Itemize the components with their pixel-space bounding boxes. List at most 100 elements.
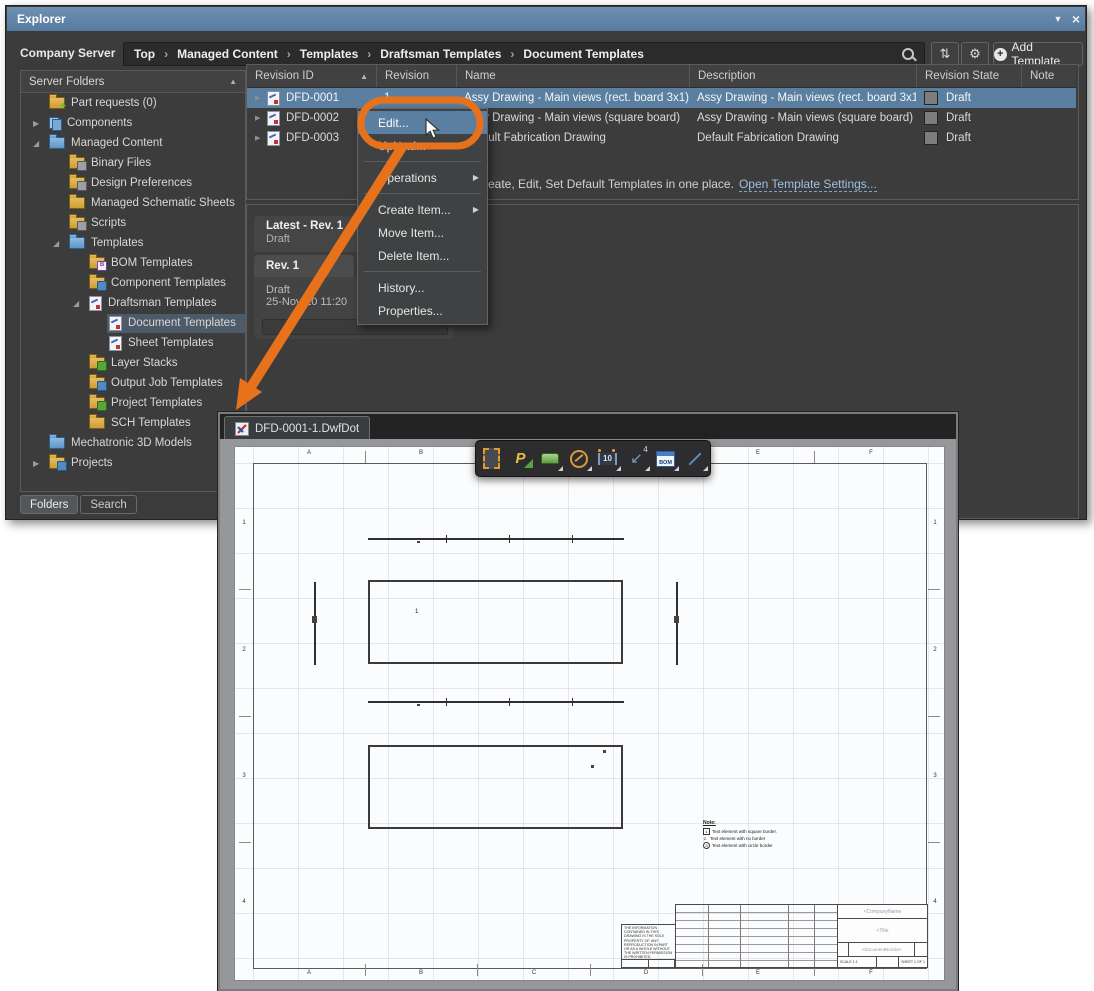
- zone-label: B: [415, 970, 427, 976]
- sidebar-item-mechatronic-3d-models[interactable]: Mechatronic 3D Models: [21, 433, 245, 453]
- column-header-note[interactable]: Note: [1021, 65, 1076, 87]
- panel-title-bar[interactable]: Explorer ▼ ×: [7, 7, 1085, 31]
- server-selector-button[interactable]: Company Server ▼: [20, 42, 128, 64]
- menu-item-operations[interactable]: Operations▶: [358, 166, 487, 189]
- search-icon[interactable]: [902, 48, 914, 60]
- server-folders-header[interactable]: Server Folders ▲: [21, 71, 245, 93]
- tab-search[interactable]: Search: [80, 495, 136, 514]
- designator-mark: [591, 765, 594, 768]
- sidebar-item-layer-stacks[interactable]: Layer Stacks: [21, 353, 245, 373]
- sidebar-item-draftsman-templates[interactable]: ◢ Draftsman Templates: [21, 293, 245, 313]
- open-template-settings-link[interactable]: Open Template Settings...: [739, 177, 877, 192]
- twisty-open-icon[interactable]: ◢: [53, 239, 67, 248]
- twisty-closed-icon[interactable]: ▶: [33, 119, 47, 128]
- sidebar-item-sch-templates[interactable]: SCH Templates: [21, 413, 245, 433]
- zone-label: E: [752, 450, 764, 456]
- twisty-open-icon[interactable]: ◢: [73, 299, 87, 308]
- bom-templates-folder-icon: B: [89, 257, 105, 269]
- breadcrumb[interactable]: Top › Managed Content › Templates › Draf…: [123, 42, 925, 66]
- menu-item-move-item[interactable]: Move Item...: [358, 221, 487, 244]
- column-header-name[interactable]: Name: [456, 65, 689, 87]
- sidebar-item-sheet-templates[interactable]: Sheet Templates: [21, 333, 245, 353]
- screenshot-root: Explorer ▼ × Company Server ▼ Top › Mana…: [0, 0, 1094, 991]
- document-tab-bar: DFD-0001-1.DwfDot: [220, 414, 956, 439]
- zone-label: 1: [929, 520, 941, 526]
- menu-item-properties[interactable]: Properties...: [358, 299, 487, 322]
- add-template-button[interactable]: + Add Template: [993, 42, 1083, 66]
- menu-item-edit[interactable]: Edit...: [358, 111, 487, 134]
- row-expand-icon[interactable]: ▶: [255, 134, 267, 142]
- bom-tool-button[interactable]: BOM: [655, 447, 677, 471]
- board-main-view: [368, 580, 623, 664]
- zone-label: F: [865, 970, 877, 976]
- place-component-tool-button[interactable]: P: [510, 447, 532, 471]
- sidebar-item-component-templates[interactable]: Component Templates: [21, 273, 245, 293]
- board-outline-tool-button[interactable]: [481, 447, 503, 471]
- sidebar-item-part-requests[interactable]: +Part requests (0): [21, 93, 245, 113]
- menu-item-history[interactable]: History...: [358, 276, 487, 299]
- breadcrumb-item-document-templates[interactable]: Document Templates: [523, 47, 643, 61]
- twisty-closed-icon[interactable]: ▶: [33, 459, 47, 468]
- scale-row: SCALE 1:1 SHEET 1 OF 1: [838, 956, 927, 967]
- title-block-table: [675, 904, 838, 968]
- breadcrumb-item-templates[interactable]: Templates: [300, 47, 358, 61]
- bom-icon: BOM: [656, 451, 675, 467]
- collapse-icon[interactable]: ▲: [229, 77, 237, 86]
- sidebar-item-bom-templates[interactable]: BBOM Templates: [21, 253, 245, 273]
- sort-asc-icon: ▲: [360, 72, 368, 81]
- board-side-view-left: [314, 582, 316, 665]
- column-header-revision-id[interactable]: Revision ID ▲: [247, 65, 376, 87]
- column-header-revision-state[interactable]: Revision State: [916, 65, 1021, 87]
- linear-dimension-tool-button[interactable]: 10: [597, 447, 619, 471]
- sidebar-item-managed-content[interactable]: ◢ Managed Content: [21, 133, 245, 153]
- twisty-open-icon[interactable]: ◢: [33, 139, 47, 148]
- document-tab[interactable]: DFD-0001-1.DwfDot: [224, 416, 370, 440]
- board-side-view-top: [368, 538, 624, 540]
- column-header-revision[interactable]: Revision: [376, 65, 456, 87]
- sidebar-item-project-templates[interactable]: Project Templates: [21, 393, 245, 413]
- drawing-sheet: A B C D E F A B C D E F 1 2 3 4 1 2 3: [234, 446, 945, 981]
- board-outline-icon: [483, 448, 500, 469]
- zone-label: 4: [238, 899, 250, 905]
- document-icon: [267, 131, 280, 146]
- breadcrumb-item-draftsman-templates[interactable]: Draftsman Templates: [380, 47, 501, 61]
- table-row-dfd-0001[interactable]: ▶DFD-0001 1 Assy Drawing - Main views (r…: [247, 88, 1076, 108]
- row-expand-icon[interactable]: ▶: [255, 114, 267, 122]
- tab-folders[interactable]: Folders: [20, 495, 78, 514]
- add-icon: +: [994, 48, 1007, 61]
- panel-menu-icon[interactable]: ▼: [1049, 14, 1067, 24]
- assembly-view-tool-button[interactable]: [539, 447, 561, 471]
- schematic-sheets-folder-icon: [69, 197, 85, 209]
- title-field: <Title: [838, 918, 927, 942]
- row-expand-icon[interactable]: ▶: [255, 94, 267, 102]
- sidebar-item-projects[interactable]: ▶ Projects: [21, 453, 245, 473]
- sidebar-item-binary-files[interactable]: Binary Files: [21, 153, 245, 173]
- revision-state-swatch: [924, 131, 938, 145]
- refresh-button[interactable]: ⇅: [931, 42, 959, 66]
- menu-item-delete-item[interactable]: Delete Item...: [358, 244, 487, 267]
- sidebar-item-templates[interactable]: ◢ Templates: [21, 233, 245, 253]
- sidebar-item-document-templates[interactable]: Document Templates: [21, 313, 245, 333]
- menu-separator: [364, 271, 481, 272]
- sidebar-item-scripts[interactable]: Scripts: [21, 213, 245, 233]
- square-marker: 1: [703, 828, 710, 835]
- menu-item-upload[interactable]: Upload...: [358, 134, 487, 157]
- menu-item-create-item[interactable]: Create Item...▶: [358, 198, 487, 221]
- line-tool-button[interactable]: [684, 447, 706, 471]
- settings-button[interactable]: ⚙: [961, 42, 989, 66]
- column-header-description[interactable]: Description: [689, 65, 916, 87]
- callout-tool-button[interactable]: ↙4: [626, 447, 648, 471]
- sidebar-item-components[interactable]: ▶ Components: [21, 113, 245, 133]
- zone-label: A: [303, 970, 315, 976]
- close-icon[interactable]: ×: [1067, 11, 1085, 27]
- sidebar-item-design-preferences[interactable]: Design Preferences: [21, 173, 245, 193]
- breadcrumb-item-top[interactable]: Top: [134, 47, 155, 61]
- document-canvas[interactable]: A B C D E F A B C D E F 1 2 3 4 1 2 3: [220, 439, 956, 989]
- sidebar-item-output-job-templates[interactable]: Output Job Templates: [21, 373, 245, 393]
- breadcrumb-item-managed-content[interactable]: Managed Content: [177, 47, 278, 61]
- line-icon: [688, 452, 701, 465]
- radial-dimension-tool-button[interactable]: [568, 447, 590, 471]
- sidebar-item-managed-schematic-sheets[interactable]: Managed Schematic Sheets: [21, 193, 245, 213]
- revision-1-tab[interactable]: Rev. 1: [254, 255, 354, 277]
- zone-label: 4: [929, 899, 941, 905]
